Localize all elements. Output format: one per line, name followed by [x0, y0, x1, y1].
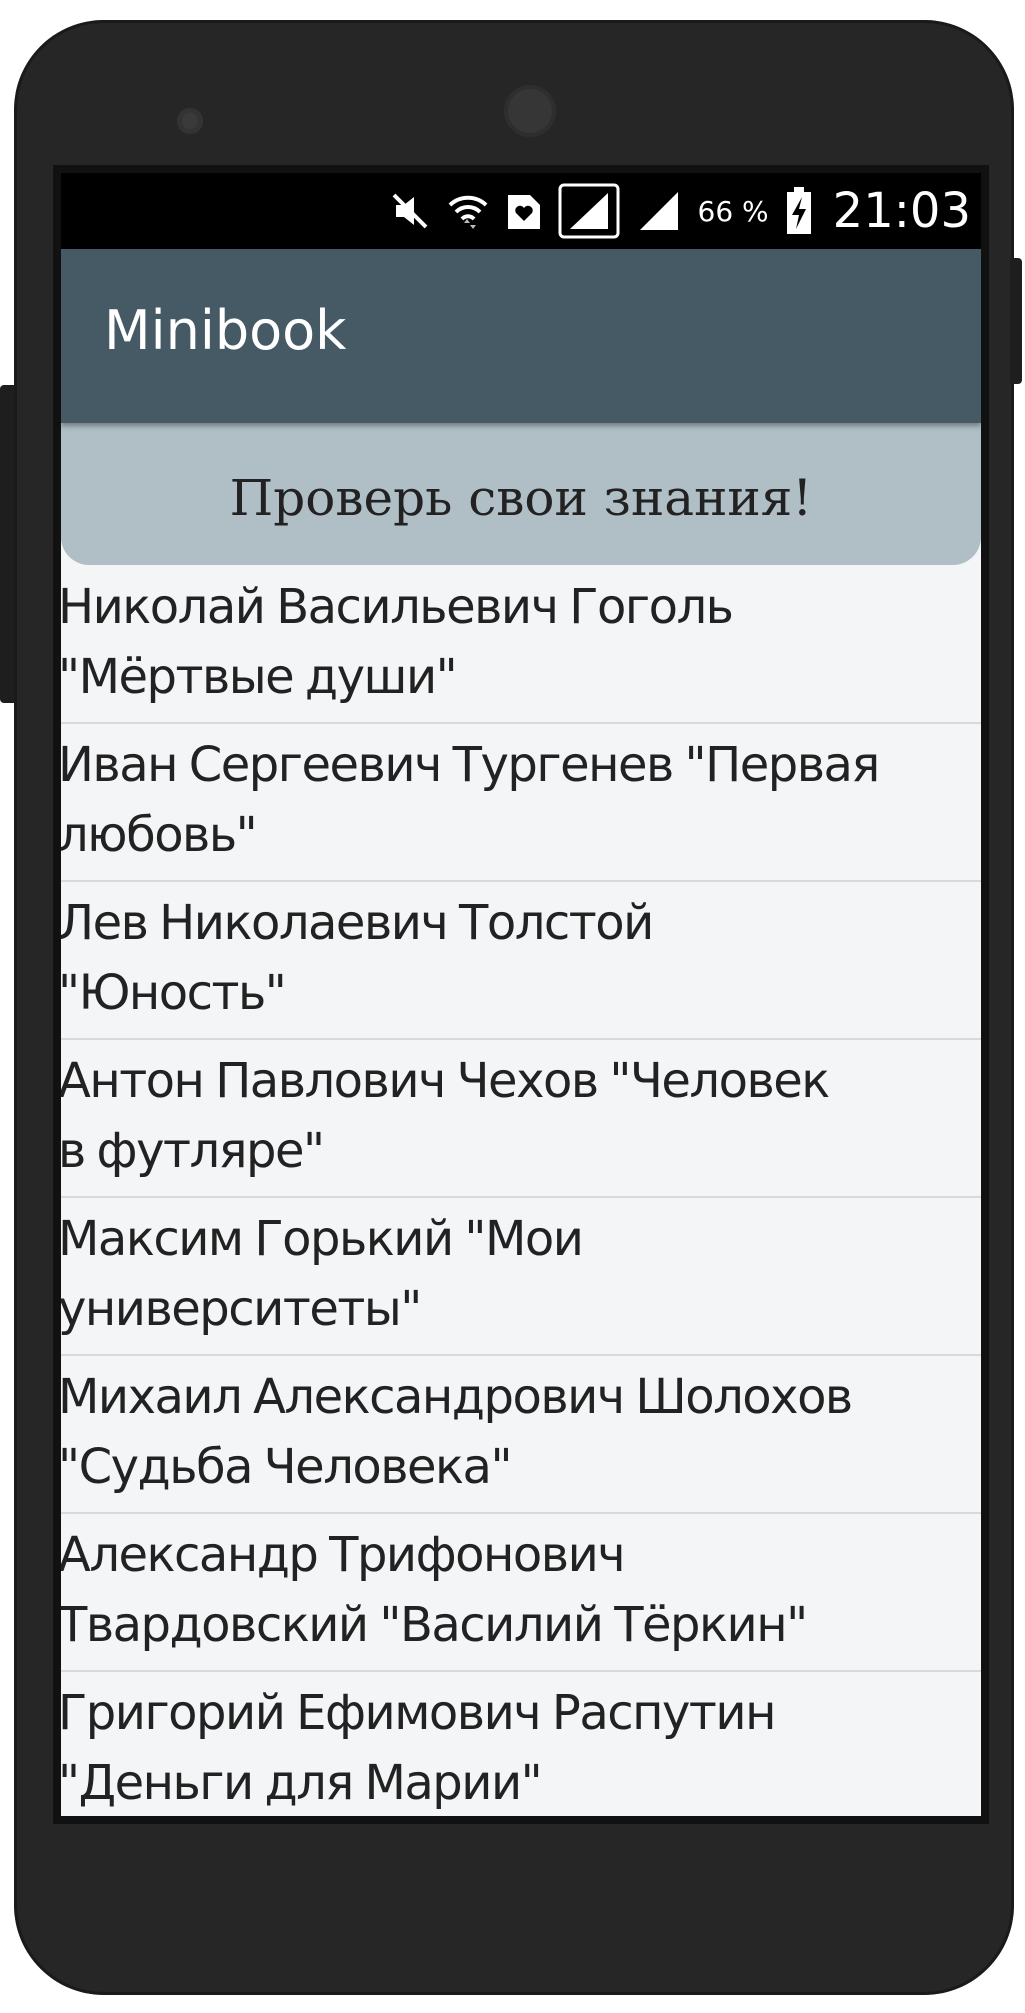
wifi-icon: [446, 189, 490, 233]
status-icons: 66 % 21:03: [390, 173, 971, 249]
book-title-line: в футляре": [61, 1123, 325, 1179]
list-item[interactable]: Максим Горький "Мои университеты": [61, 1198, 981, 1356]
heart-notification-icon: [506, 191, 542, 231]
list-item[interactable]: Александр Трифонович Твардовский "Васили…: [61, 1514, 981, 1672]
power-button: [1010, 258, 1022, 384]
list-item[interactable]: Николай Васильевич Гоголь "Мёртвые души": [61, 566, 981, 724]
book-title-line: "Деньги для Марии": [61, 1755, 543, 1811]
app-bar: Minibook: [61, 249, 981, 423]
signal-icon: [558, 183, 620, 239]
list-item[interactable]: Лев Николаевич Толстой "Юность": [61, 882, 981, 1040]
book-title-line: "Мёртвые души": [61, 649, 458, 705]
quiz-button[interactable]: Проверь свои знания!: [61, 423, 981, 565]
book-title-line: "Юность": [61, 965, 287, 1021]
app-title: Minibook: [104, 299, 347, 362]
front-camera: [504, 85, 556, 137]
book-title-line: любовь": [61, 807, 258, 863]
book-title-line: университеты": [61, 1281, 422, 1337]
main-content: Проверь свои знания! Николай Васильевич …: [61, 423, 981, 1816]
phone-screen: 66 % 21:03 Minibook Проверь свои знания!…: [53, 165, 989, 1824]
book-title-line: Михаил Александрович Шолохов: [61, 1369, 853, 1425]
mute-icon: [390, 191, 430, 231]
volume-button: [0, 385, 14, 703]
book-title-line: Александр Трифонович: [61, 1527, 626, 1583]
proximity-sensor: [177, 108, 203, 134]
book-title-line: Николай Васильевич Гоголь: [61, 579, 734, 635]
book-title-line: "Судьба Человека": [61, 1439, 513, 1495]
signal-icon: [636, 188, 682, 234]
status-time: 21:03: [832, 183, 971, 239]
book-list: Николай Васильевич Гоголь "Мёртвые души"…: [61, 566, 981, 1816]
book-title-line: Максим Горький "Мои: [61, 1211, 584, 1267]
book-title-line: Иван Сергеевич Тургенев "Первая: [61, 737, 880, 793]
list-item[interactable]: Иван Сергеевич Тургенев "Первая любовь": [61, 724, 981, 882]
book-title-line: Твардовский "Василий Тёркин": [61, 1597, 808, 1653]
battery-percent: 66 %: [697, 194, 769, 228]
battery-charging-icon: [785, 187, 813, 235]
list-item[interactable]: Михаил Александрович Шолохов "Судьба Чел…: [61, 1356, 981, 1514]
status-bar: 66 % 21:03: [61, 173, 981, 249]
book-title-line: Григорий Ефимович Распутин: [61, 1685, 776, 1741]
list-item[interactable]: Григорий Ефимович Распутин "Деньги для М…: [61, 1672, 981, 1816]
book-title-line: Лев Николаевич Толстой: [61, 895, 654, 951]
book-title-line: Антон Павлович Чехов "Человек: [61, 1053, 830, 1109]
list-item[interactable]: Антон Павлович Чехов "Человек в футляре": [61, 1040, 981, 1198]
